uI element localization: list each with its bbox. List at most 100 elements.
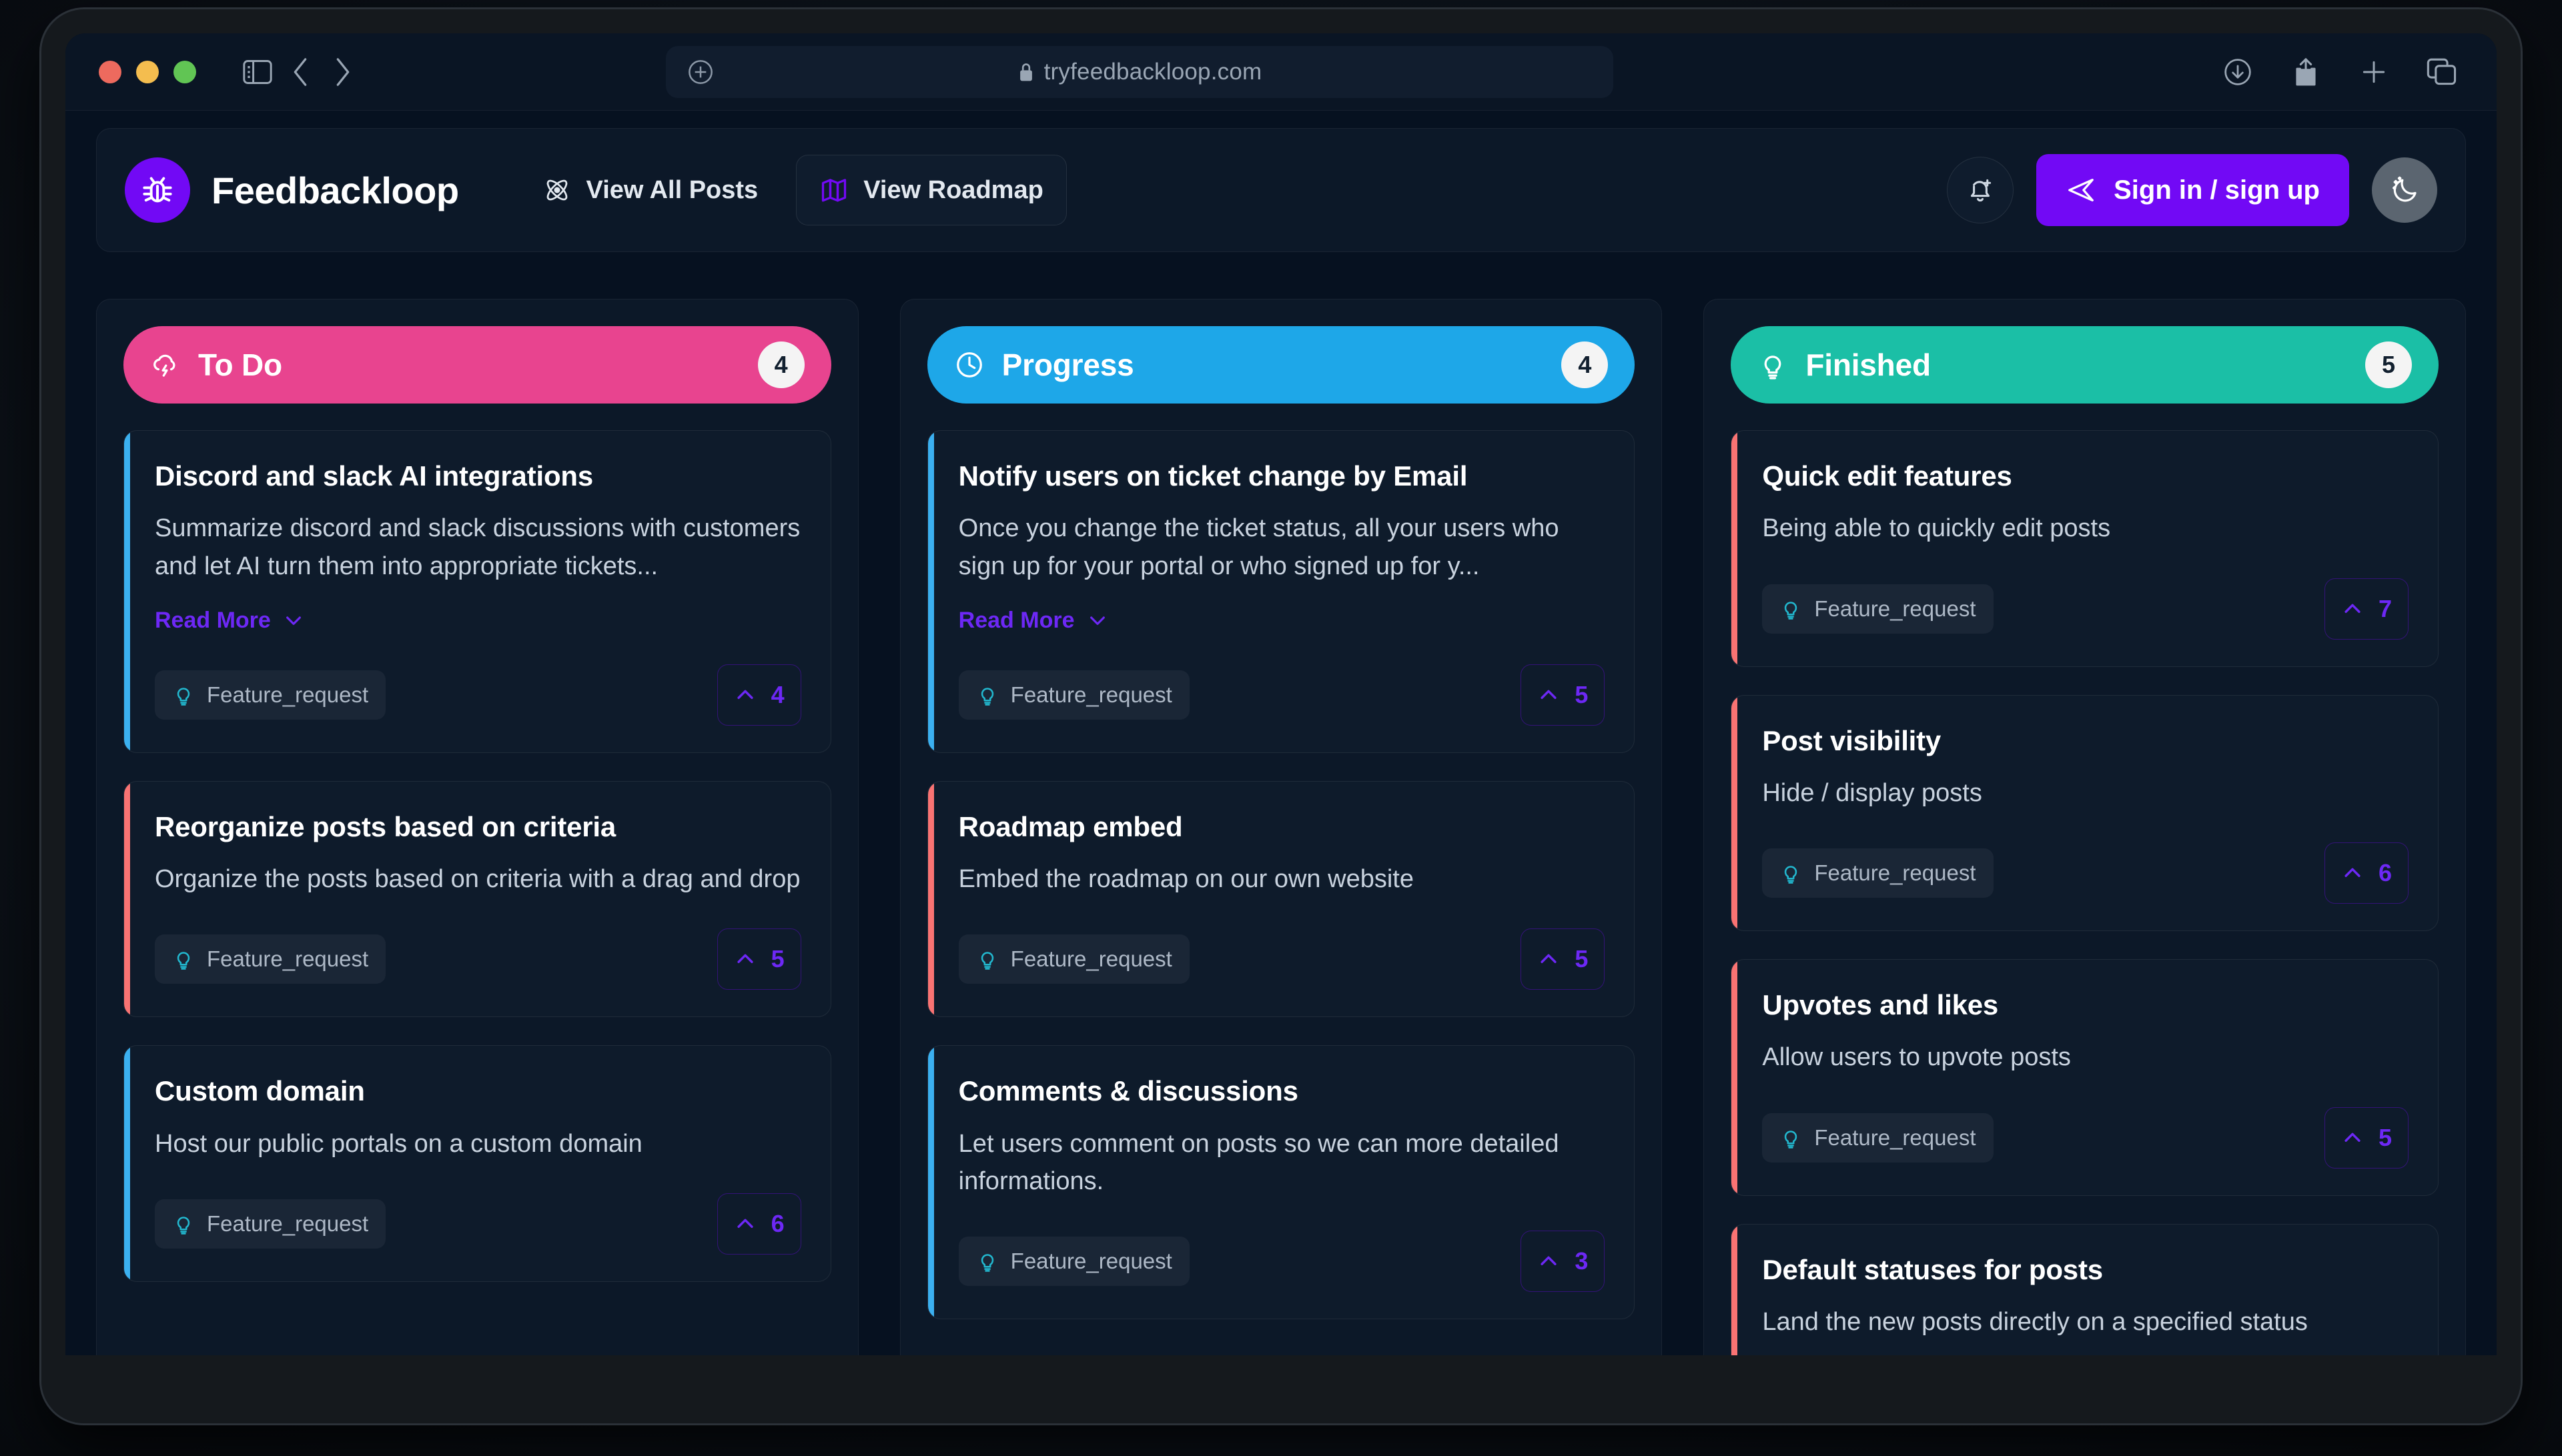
chevron-up-icon: [734, 1213, 757, 1235]
card-accent-bar: [927, 1046, 934, 1319]
nav-view-all-posts[interactable]: View All Posts: [519, 155, 782, 225]
column-title: Finished: [1805, 347, 1931, 382]
chevron-up-icon: [1537, 948, 1560, 970]
brand-name: Feedbackloop: [211, 169, 459, 211]
card-title: Custom domain: [155, 1075, 365, 1107]
card-title: Notify users on ticket change by Email: [958, 460, 1468, 492]
bug-icon: [125, 157, 190, 223]
card-list: Notify users on ticket change by Email On…: [927, 430, 1635, 1320]
card-footer: Feature_request 3: [958, 1231, 1605, 1293]
read-more-link[interactable]: Read More: [155, 608, 304, 634]
column-title: To Do: [198, 347, 282, 382]
maximize-window-button[interactable]: [173, 60, 196, 83]
share-icon[interactable]: [2284, 51, 2327, 93]
roadmap-card[interactable]: Custom domain Host our public portals on …: [123, 1045, 831, 1282]
upvote-button[interactable]: 5: [1521, 928, 1605, 990]
card-accent-bar: [1731, 960, 1738, 1195]
card-tag[interactable]: Feature_request: [155, 934, 386, 984]
upvote-count: 6: [2378, 859, 2393, 887]
close-window-button[interactable]: [99, 60, 121, 83]
browser-toolbar: tryfeedbackloop.com: [65, 33, 2497, 111]
read-more-link[interactable]: Read More: [959, 608, 1108, 634]
clock-icon: [954, 349, 985, 380]
card-tag-label: Feature_request: [207, 946, 369, 972]
upvote-count: 7: [2378, 594, 2393, 622]
url-text: tryfeedbackloop.com: [1043, 58, 1262, 85]
board-column: Finished 5 Quick edit features Being able t…: [1703, 299, 2467, 1355]
column-header: To Do 4: [123, 326, 831, 404]
roadmap-card[interactable]: Post visibility Hide / display posts Featu…: [1731, 694, 2439, 932]
upvote-button[interactable]: 5: [2324, 1107, 2409, 1169]
card-description: Organize the posts based on criteria wit…: [155, 865, 801, 894]
tab-overview-icon[interactable]: [2421, 51, 2463, 93]
upvote-button[interactable]: 6: [717, 1193, 801, 1255]
roadmap-card[interactable]: Comments & discussions Let users comment …: [927, 1045, 1635, 1320]
download-icon[interactable]: [2216, 51, 2259, 93]
chevron-down-icon: [1087, 610, 1108, 631]
roadmap-card[interactable]: Quick edit features Being able to quickly…: [1731, 430, 2439, 667]
lightbulb-icon: [172, 684, 195, 706]
chevron-up-icon: [2341, 862, 2364, 884]
roadmap-card[interactable]: Upvotes and likes Allow users to upvote p…: [1731, 959, 2439, 1196]
forward-icon[interactable]: [322, 51, 364, 93]
card-tag-label: Feature_request: [207, 1211, 369, 1236]
sign-in-label: Sign in / sign up: [2114, 175, 2320, 205]
roadmap-card[interactable]: Notify users on ticket change by Email On…: [927, 430, 1635, 753]
upvote-count: 5: [1575, 680, 1589, 708]
moon-stars-icon[interactable]: [2372, 157, 2437, 223]
address-bar[interactable]: tryfeedbackloop.com: [666, 45, 1613, 98]
card-tag[interactable]: Feature_request: [155, 1199, 386, 1249]
card-tag[interactable]: Feature_request: [155, 670, 386, 720]
upvote-button[interactable]: 5: [1521, 664, 1605, 726]
nav-label-view-roadmap: View Roadmap: [863, 175, 1043, 204]
upvote-button[interactable]: 3: [1521, 1231, 1605, 1293]
upvote-count: 5: [2378, 1123, 2393, 1151]
upvote-button[interactable]: 4: [717, 664, 801, 726]
upvote-button[interactable]: 7: [2324, 578, 2409, 640]
card-footer: Feature_request 6: [1762, 842, 2409, 904]
upvote-count: 5: [771, 945, 785, 973]
roadmap-card[interactable]: Roadmap embed Embed the roadmap on our ow…: [927, 780, 1635, 1018]
minimize-window-button[interactable]: [136, 60, 159, 83]
card-description: Allow users to upvote posts: [1762, 1043, 2071, 1072]
upvote-button[interactable]: 5: [717, 928, 801, 990]
lightbulb-icon: [976, 948, 999, 970]
new-tab-icon[interactable]: [2353, 51, 2395, 93]
nav-view-roadmap[interactable]: View Roadmap: [796, 155, 1067, 225]
card-tag[interactable]: Feature_request: [1762, 848, 1994, 898]
card-footer: Feature_request 4: [155, 664, 801, 726]
add-circle-icon[interactable]: [687, 59, 714, 85]
header-actions: Sign in / sign up: [1947, 154, 2437, 226]
brand[interactable]: Feedbackloop: [125, 157, 459, 223]
column-count-badge: 4: [1561, 341, 1609, 388]
roadmap-card[interactable]: Default statuses for posts Land the new p…: [1731, 1223, 2439, 1355]
chevron-down-icon: [283, 610, 304, 631]
bell-plus-icon[interactable]: [1947, 157, 2014, 223]
card-tag-label: Feature_request: [1814, 1125, 1976, 1150]
upvote-count: 3: [1575, 1247, 1589, 1275]
back-icon[interactable]: [279, 51, 322, 93]
card-tag[interactable]: Feature_request: [958, 670, 1190, 720]
card-tag[interactable]: Feature_request: [1762, 584, 1994, 634]
card-description: Host our public portals on a custom doma…: [155, 1129, 643, 1158]
lightbulb-icon: [1779, 1127, 1802, 1149]
browser-actions: [2216, 51, 2463, 93]
card-tag[interactable]: Feature_request: [1762, 1113, 1994, 1163]
card-tag[interactable]: Feature_request: [958, 934, 1190, 984]
card-accent-bar: [1731, 695, 1738, 931]
column-count-badge: 4: [757, 341, 805, 388]
card-title: Quick edit features: [1762, 460, 2012, 492]
card-tag[interactable]: Feature_request: [958, 1237, 1190, 1287]
upvote-button[interactable]: 6: [2324, 842, 2409, 904]
column-header: Finished 5: [1731, 326, 2439, 404]
card-title: Comments & discussions: [958, 1075, 1298, 1107]
card-tag-label: Feature_request: [1010, 946, 1172, 972]
card-list: Quick edit features Being able to quickly…: [1731, 430, 2439, 1355]
chevron-up-icon: [2341, 1127, 2364, 1149]
read-more-label: Read More: [958, 607, 1075, 633]
sidebar-toggle-icon[interactable]: [236, 51, 279, 93]
sign-in-button[interactable]: Sign in / sign up: [2036, 154, 2349, 226]
app-header: Feedbackloop View All Posts View Roadmap…: [96, 128, 2466, 252]
roadmap-card[interactable]: Reorganize posts based on criteria Organi…: [123, 780, 831, 1018]
roadmap-card[interactable]: Discord and slack AI integrations Summari…: [123, 430, 831, 753]
